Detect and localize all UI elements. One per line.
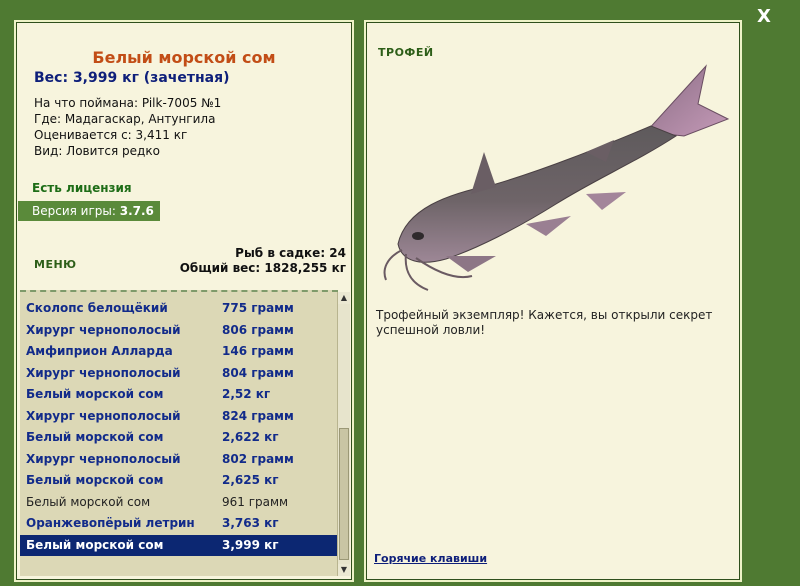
catch-row-name: Белый морской сом — [26, 387, 164, 401]
catch-row-weight: 2,622 кг — [222, 430, 279, 444]
catch-row[interactable]: Сколопс белощёкий 775 грамм — [20, 298, 338, 320]
catch-row-weight: 3,763 кг — [222, 516, 279, 530]
catch-row-name: Сколопс белощёкий — [26, 301, 168, 315]
fish-title: Белый морской сом — [92, 48, 276, 67]
catch-row-weight: 806 грамм — [222, 322, 294, 337]
hotkeys-link[interactable]: Горячие клавиши — [374, 552, 487, 565]
catch-row[interactable]: Хирург чернополосый 824 грамм — [20, 406, 338, 428]
catch-row[interactable]: Хирург чернополосый 802 грамм — [20, 449, 338, 471]
license-status: Есть лицензия — [32, 181, 132, 195]
arrow-down-icon[interactable]: ▼ — [338, 564, 350, 576]
catch-row[interactable]: Белый морской сом 2,622 кг — [20, 427, 338, 449]
arrow-up-icon[interactable]: ▲ — [338, 292, 350, 304]
catch-row[interactable]: Белый морской сом 3,999 кг — [20, 534, 338, 556]
valued-from: Оценивается с: 3,411 кг — [34, 128, 188, 142]
catch-row-name: Хирург чернополосый — [26, 408, 181, 423]
catch-row-weight: 3,999 кг — [222, 537, 279, 552]
scrollbar[interactable]: ▲ ▼ — [337, 292, 350, 576]
catch-row-name: Белый морской сом — [26, 494, 151, 509]
catch-row-name: Оранжевопёрый летрин — [26, 516, 195, 530]
game-version: Версия игры: 3.7.6 — [18, 201, 160, 221]
catch-row-weight: 824 грамм — [222, 408, 294, 423]
catch-row-weight: 804 грамм — [222, 365, 294, 380]
catch-row-name: Белый морской сом — [26, 473, 164, 487]
catch-row[interactable]: Белый морской сом 961 грамм — [20, 492, 338, 514]
cage-count: Рыб в садке: 24 — [235, 246, 346, 260]
catch-list: Сколопс белощёкий 775 грамм Хирург чернопо… — [20, 298, 338, 556]
catch-row[interactable]: Амфиприон Алларда 146 грамм — [20, 341, 338, 363]
fish-kind: Вид: Ловится редко — [34, 144, 160, 158]
version-value: 3.7.6 — [119, 204, 154, 218]
close-icon[interactable]: X — [752, 6, 776, 28]
trophy-label: ТРОФЕЙ — [378, 46, 434, 59]
cage-total-weight: Общий вес: 1828,255 кг — [179, 261, 346, 275]
catch-row-name: Хирург чернополосый — [26, 451, 181, 466]
cage-stats: Рыб в садке: 24 Общий вес: 1828,255 кг — [180, 246, 346, 276]
menu-button[interactable]: МЕНЮ — [34, 258, 77, 271]
catch-row[interactable]: Хирург чернополосый 806 грамм — [20, 320, 338, 342]
catch-row-name: Амфиприон Алларда — [26, 344, 173, 358]
catch-row[interactable]: Оранжевопёрый летрин 3,763 кг — [20, 513, 338, 535]
version-label: Версия игры: — [32, 204, 120, 218]
catch-location: Где: Мадагаскар, Антунгила — [34, 112, 216, 126]
catch-row-weight: 961 грамм — [222, 494, 289, 509]
trophy-description: Трофейный экземпляр! Кажется, вы открыли… — [376, 308, 713, 337]
catch-row-name: Хирург чернополосый — [26, 365, 181, 380]
catch-row-weight: 2,625 кг — [222, 473, 279, 487]
fish-info-panel: Белый морской сом Вес: 3,999 кг (зачетна… — [14, 20, 354, 582]
catch-row-name: Белый морской сом — [26, 430, 164, 444]
catch-row[interactable]: Хирург чернополосый 804 грамм — [20, 363, 338, 385]
catfish-image — [383, 64, 730, 291]
catch-row-weight: 146 грамм — [222, 344, 294, 358]
fish-weight: Вес: 3,999 кг (зачетная) — [34, 70, 230, 86]
catch-row-weight: 775 грамм — [222, 301, 294, 315]
catch-row-weight: 2,52 кг — [222, 387, 271, 401]
catch-list-container: Сколопс белощёкий 775 грамм Хирург чернопо… — [20, 290, 350, 576]
scrollbar-thumb[interactable] — [339, 428, 349, 560]
trophy-panel: ТРОФЕЙ Трофейный экземпляр! Кажется, вы … — [364, 20, 742, 582]
catch-row-name: Белый морской сом — [26, 537, 164, 552]
catch-row-weight: 802 грамм — [222, 451, 294, 466]
caught-with: На что поймана: Pilk-7005 №1 — [34, 96, 222, 110]
catch-row[interactable]: Белый морской сом 2,52 кг — [20, 384, 338, 406]
catch-row-name: Хирург чернополосый — [26, 322, 181, 337]
catch-row[interactable]: Белый морской сом 2,625 кг — [20, 470, 338, 492]
